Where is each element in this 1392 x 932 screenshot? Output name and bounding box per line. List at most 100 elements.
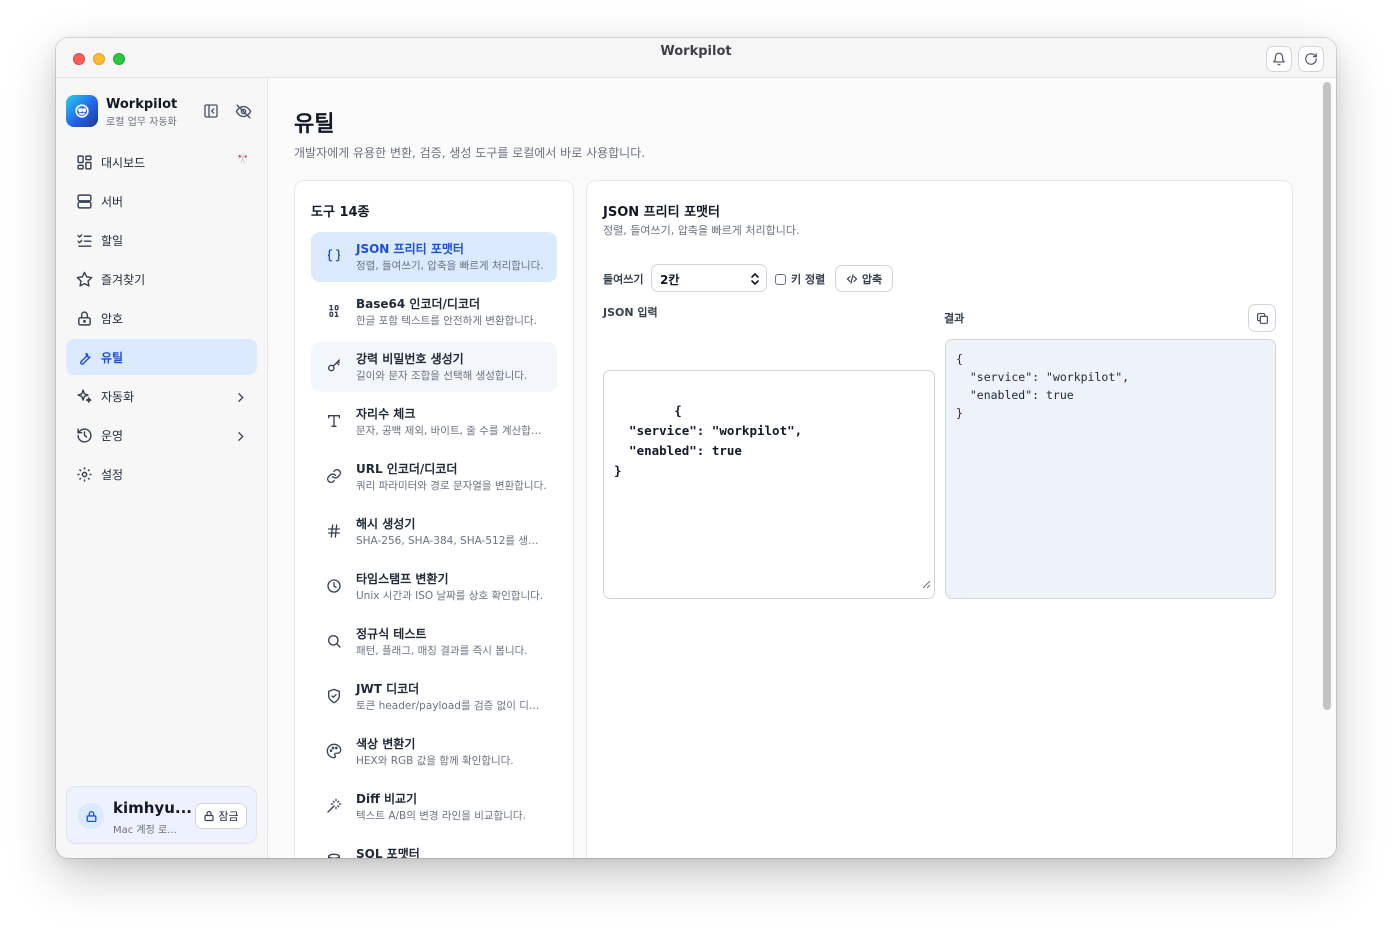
sparkles-icon xyxy=(75,387,93,405)
sidebar-item-passwords[interactable]: 암호 xyxy=(66,300,257,336)
checklist-icon xyxy=(75,231,93,249)
indent-select[interactable]: 2칸 xyxy=(651,264,767,292)
app-window: Workpilot Workpilot 로컬 업무 자동화 대시보드 🎌 서버 … xyxy=(56,38,1336,858)
json-output: { "service": "workpilot", "enabled": tru… xyxy=(945,339,1276,599)
tool-name: JWT 디코더 xyxy=(356,682,420,696)
wrench-icon xyxy=(75,348,93,366)
chevron-right-icon xyxy=(234,389,247,408)
sidebar-item-favorites[interactable]: 즐겨찾기 xyxy=(66,261,257,297)
unlock-icon xyxy=(204,810,214,822)
notifications-button[interactable] xyxy=(1266,46,1292,72)
sort-keys-option[interactable]: 키 정렬 xyxy=(775,271,825,287)
brand-name: Workpilot xyxy=(106,97,178,112)
tool-description: 문자, 공백 제외, 바이트, 줄 수를 계산합니다. xyxy=(356,425,548,437)
tool-diff[interactable]: Diff 비교기 텍스트 A/B의 변경 라인을 비교합니다. xyxy=(311,782,557,832)
clock-icon xyxy=(325,577,343,595)
dashboard-icon xyxy=(75,153,93,171)
detail-panel: JSON 프리티 포맷터 정렬, 들여쓰기, 압축을 빠르게 처리합니다. 들여… xyxy=(586,180,1293,858)
brand-subtitle: 로컬 업무 자동화 xyxy=(106,117,177,128)
app-logo xyxy=(66,95,98,127)
sidebar-item-dashboard[interactable]: 대시보드 🎌 xyxy=(66,144,257,180)
tool-char-count[interactable]: 자리수 체크 문자, 공백 제외, 바이트, 줄 수를 계산합니다. xyxy=(311,397,557,447)
tool-name: 강력 비밀번호 생성기 xyxy=(356,352,464,366)
sidebar-item-label: 서버 xyxy=(101,194,124,209)
compress-button-label: 압축 xyxy=(861,272,883,286)
sidebar-item-automation[interactable]: 자동화 xyxy=(66,378,257,414)
sidebar-nav: 대시보드 🎌 서버 할일 즐겨찾기 암호 유틸 자동화 운영 설정 xyxy=(66,144,257,495)
tool-url-encoder[interactable]: URL 인코더/디코더 쿼리 파라미터와 경로 문자열을 변환합니다. xyxy=(311,452,557,502)
page-description: 개발자에게 유용한 변환, 검증, 생성 도구를 로컬에서 바로 사용합니다. xyxy=(294,146,646,160)
copy-button[interactable] xyxy=(1248,304,1276,332)
sidebar-item-utils[interactable]: 유틸 xyxy=(66,339,257,375)
tool-description: 쿼리 파라미터와 경로 문자열을 변환합니다. xyxy=(356,480,547,492)
tool-color-converter[interactable]: 색상 변환기 HEX와 RGB 값을 함께 확인합니다. xyxy=(311,727,557,777)
detail-description: 정렬, 들여쓰기, 압축을 빠르게 처리합니다. xyxy=(603,224,800,237)
sidebar-item-todo[interactable]: 할일 xyxy=(66,222,257,258)
tool-base64[interactable]: Base64 인코더/디코더 한글 포함 텍스트를 안전하게 변환합니다. xyxy=(311,287,557,337)
tool-sql-formatter[interactable]: SQL 포맷터 xyxy=(311,837,557,858)
star-icon xyxy=(75,270,93,288)
collapse-sidebar-button[interactable] xyxy=(201,101,221,121)
hide-button[interactable] xyxy=(233,101,253,121)
lock-button[interactable]: 잠금 xyxy=(195,803,247,829)
tool-name: 정규식 테스트 xyxy=(356,627,427,641)
wand-icon xyxy=(325,797,343,815)
copy-icon xyxy=(1256,312,1268,324)
json-input[interactable]: { "service": "workpilot", "enabled": tru… xyxy=(603,370,935,599)
server-icon xyxy=(75,192,93,210)
tool-password-generator[interactable]: 강력 비밀번호 생성기 길이와 문자 조합을 선택해 생성합니다. xyxy=(311,342,557,392)
detail-title: JSON 프리티 포맷터 xyxy=(603,205,720,220)
sidebar-item-label: 즐겨찾기 xyxy=(101,272,146,287)
sidebar-item-operations[interactable]: 운영 xyxy=(66,417,257,453)
sidebar-collapse-icon xyxy=(204,104,218,118)
gear-icon xyxy=(75,465,93,483)
tool-hash-generator[interactable]: 해시 생성기 SHA-256, SHA-384, SHA-512를 생성합니다. xyxy=(311,507,557,557)
sort-keys-checkbox[interactable] xyxy=(775,273,786,285)
tool-description: 정렬, 들여쓰기, 압축을 빠르게 처리합니다. xyxy=(356,260,544,272)
refresh-icon xyxy=(1305,53,1317,65)
sidebar-item-label: 유틸 xyxy=(101,350,124,365)
shield-check-icon xyxy=(325,687,343,705)
sidebar-item-label: 대시보드 xyxy=(101,155,146,170)
sidebar-item-label: 할일 xyxy=(101,233,124,248)
tool-name: 자리수 체크 xyxy=(356,407,416,421)
scrollbar-thumb[interactable] xyxy=(1323,82,1331,710)
tool-name: Base64 인코더/디코더 xyxy=(356,297,481,311)
binary-icon xyxy=(325,302,343,320)
tool-name: 타임스탬프 변환기 xyxy=(356,572,449,586)
title-bar: Workpilot xyxy=(56,38,1336,78)
tool-description: HEX와 RGB 값을 함께 확인합니다. xyxy=(356,755,514,767)
sort-keys-label: 키 정렬 xyxy=(791,273,826,286)
tool-jwt-decoder[interactable]: JWT 디코더 토큰 header/payload를 검증 없이 디코딩합니다. xyxy=(311,672,557,722)
lock-button-label: 잠금 xyxy=(218,810,239,823)
braces-icon xyxy=(325,247,343,265)
indent-select-value: 2칸 xyxy=(660,273,680,287)
avatar xyxy=(78,803,104,829)
select-arrows-icon xyxy=(750,272,760,289)
sidebar-item-label: 설정 xyxy=(101,467,124,482)
code-icon xyxy=(846,273,858,284)
dashboard-badge: 🎌 xyxy=(236,154,249,165)
hash-icon xyxy=(325,522,343,540)
key-icon xyxy=(325,357,343,375)
tool-description: 텍스트 A/B의 변경 라인을 비교합니다. xyxy=(356,810,526,822)
history-icon xyxy=(75,426,93,444)
tool-timestamp[interactable]: 타임스탬프 변환기 Unix 시간과 ISO 날짜를 상호 확인합니다. xyxy=(311,562,557,612)
tool-json-formatter[interactable]: JSON 프리티 포맷터 정렬, 들여쓰기, 압축을 빠르게 처리합니다. xyxy=(311,232,557,282)
sidebar-item-server[interactable]: 서버 xyxy=(66,183,257,219)
indent-label: 들여쓰기 xyxy=(603,273,644,286)
window-title: Workpilot xyxy=(660,44,732,59)
user-card: kimhyu... Mac 계정 로... 잠금 xyxy=(66,786,257,844)
tool-name: 색상 변환기 xyxy=(356,737,416,751)
type-icon xyxy=(325,412,343,430)
tool-description: 길이와 문자 조합을 선택해 생성합니다. xyxy=(356,370,528,382)
tool-description: 한글 포함 텍스트를 안전하게 변환합니다. xyxy=(356,315,537,327)
compress-button[interactable]: 압축 xyxy=(835,265,893,292)
resize-handle-icon[interactable] xyxy=(921,575,931,595)
tool-description: 패턴, 플래그, 매칭 결과를 즉시 봅니다. xyxy=(356,645,528,657)
refresh-button[interactable] xyxy=(1298,46,1324,72)
sidebar-item-settings[interactable]: 설정 xyxy=(66,456,257,492)
tool-regex[interactable]: 정규식 테스트 패턴, 플래그, 매칭 결과를 즉시 봅니다. xyxy=(311,617,557,667)
eye-off-icon xyxy=(235,103,251,119)
tool-description: 토큰 header/payload를 검증 없이 디코딩합니다. xyxy=(356,700,548,712)
